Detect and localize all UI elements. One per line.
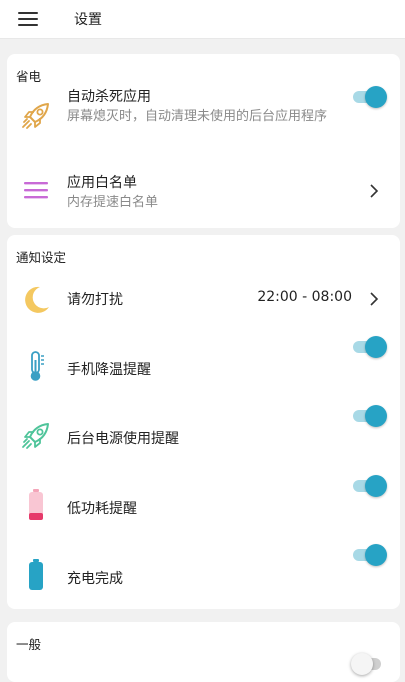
section-title-power: 省电 bbox=[16, 69, 42, 84]
auto-kill-toggle[interactable] bbox=[353, 86, 387, 108]
charge-done-title: 充电完成 bbox=[67, 571, 123, 587]
auto-kill-title: 自动杀死应用 bbox=[67, 89, 151, 105]
page-title: 设置 bbox=[74, 12, 102, 28]
dnd-time-value: 22:00 - 08:00 bbox=[257, 289, 352, 305]
bg-power-row[interactable]: 后台电源使用提醒 bbox=[7, 405, 400, 463]
low-power-title: 低功耗提醒 bbox=[67, 501, 137, 517]
cooling-row[interactable]: 手机降温提醒 bbox=[7, 335, 400, 393]
charge-done-toggle[interactable] bbox=[353, 544, 387, 566]
cooling-title: 手机降温提醒 bbox=[67, 362, 151, 378]
charge-done-row[interactable]: 充电完成 bbox=[7, 544, 400, 602]
whitelist-row[interactable]: 应用白名单 内存提速白名单 bbox=[7, 166, 400, 214]
rocket-icon bbox=[19, 419, 53, 453]
power-section: 省电 自动杀死应用 屏幕熄灭时，自动清理未使用的后台应用程序 应用白名单 内存提… bbox=[7, 54, 400, 228]
battery-low-icon bbox=[19, 488, 53, 522]
general-section: 一般 bbox=[7, 622, 400, 682]
whitelist-subtitle: 内存提速白名单 bbox=[67, 195, 159, 210]
app-header: 设置 bbox=[0, 0, 405, 39]
whitelist-title: 应用白名单 bbox=[67, 175, 137, 191]
cooling-toggle[interactable] bbox=[353, 336, 387, 358]
notify-section: 通知设定 请勿打扰 22:00 - 08:00 手机降温提醒 后台电源使用提醒 … bbox=[7, 235, 400, 609]
low-power-row[interactable]: 低功耗提醒 bbox=[7, 475, 400, 533]
dnd-row[interactable]: 请勿打扰 22:00 - 08:00 bbox=[7, 279, 400, 319]
chevron-right-icon bbox=[368, 184, 380, 198]
dnd-title: 请勿打扰 bbox=[67, 292, 123, 308]
menu-icon[interactable] bbox=[16, 7, 42, 31]
auto-kill-row[interactable]: 自动杀死应用 屏幕熄灭时，自动清理未使用的后台应用程序 bbox=[7, 84, 400, 156]
bg-power-toggle[interactable] bbox=[353, 405, 387, 427]
chevron-right-icon bbox=[368, 292, 380, 306]
section-title-notify: 通知设定 bbox=[16, 250, 67, 265]
battery-full-icon bbox=[19, 558, 53, 592]
section-title-general: 一般 bbox=[16, 637, 42, 652]
low-power-toggle[interactable] bbox=[353, 475, 387, 497]
general-toggle[interactable] bbox=[351, 653, 385, 675]
bg-power-title: 后台电源使用提醒 bbox=[67, 431, 179, 447]
moon-icon bbox=[19, 282, 53, 316]
rocket-icon bbox=[19, 99, 53, 133]
auto-kill-subtitle: 屏幕熄灭时，自动清理未使用的后台应用程序 bbox=[67, 109, 328, 124]
thermometer-icon bbox=[19, 349, 53, 383]
list-icon bbox=[19, 173, 53, 207]
